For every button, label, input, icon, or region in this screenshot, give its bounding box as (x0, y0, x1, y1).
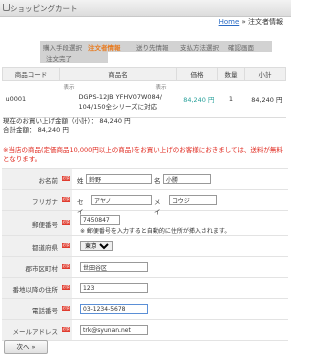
sei-label: 姓 (77, 177, 84, 185)
step-purchase-method: 購入手段選択 (43, 44, 82, 52)
step-complete: 注文完了 (46, 55, 72, 63)
step-customer-info: 注文者情報 (88, 44, 121, 52)
form-row-address: 番地以降の住所 必須 (2, 278, 288, 299)
pref-label: 都道府県 (32, 244, 58, 252)
col-header-name: 商品名 (59, 67, 177, 81)
step-confirm: 確認画面 (228, 44, 254, 52)
email-label: メールアドレス (12, 328, 59, 336)
product-subtotal: 84,240 円 (244, 80, 286, 118)
header-bar: ショッピングカート (0, 0, 291, 17)
city-label: 郡市区町村 (25, 265, 59, 273)
required-badge: 必須 (62, 176, 70, 181)
form-row-zip: 郵便番号 必須 ※ 郵便番号を入力すると自動的に住所が挿入されます。 (2, 211, 288, 236)
required-badge: 必須 (62, 285, 70, 290)
zip-input[interactable] (80, 215, 120, 225)
zip-label: 郵便番号 (32, 221, 58, 229)
step-payment-method: 支払方法選択 (180, 44, 219, 52)
col-header-subtotal: 小計 (244, 67, 286, 81)
product-qty: 1 (217, 80, 245, 118)
table-row: u0001 表示 表示 DGPS-12JB YFHV07W084/ 104/15… (2, 80, 286, 118)
required-badge: 必須 (62, 197, 70, 202)
product-thumbnail-2[interactable]: 表示 (156, 83, 167, 93)
phone-label: 電話番号 (32, 307, 58, 315)
address-label: 番地以降の住所 (12, 286, 59, 294)
mei-label: 名 (154, 177, 161, 185)
free-shipping-notice: ※当店の商品(定価商品10,000円以上の商品)をお買い上げのお客様におきまして… (3, 146, 283, 163)
zip-hint: ※ 郵便番号を入力すると自動的に住所が挿入されます。 (80, 228, 231, 235)
steps-row-2: 注文完了 (40, 52, 108, 63)
product-code: u0001 (2, 80, 60, 118)
form-row-pref: 都道府県 必須 東京都 (2, 236, 288, 257)
required-badge: 必須 (62, 264, 70, 269)
phone-input[interactable] (80, 304, 148, 314)
col-header-code: 商品コード (2, 67, 60, 81)
last-name-input[interactable] (86, 174, 152, 184)
form-label-cell: 郵便番号 必須 (2, 211, 72, 235)
steps-row-1: 購入手段選択 注文者情報 送り先情報 支払方法選択 確認画面 (40, 41, 272, 52)
checkout-steps: 購入手段選択 注文者情報 送り先情報 支払方法選択 確認画面 注文完了 (40, 41, 272, 67)
form-row-name: お名前 必須 姓 名 (2, 169, 288, 190)
form-label-cell: 都道府県 必須 (2, 236, 72, 256)
col-header-qty: 数量 (217, 67, 245, 81)
required-badge: 必須 (62, 220, 70, 225)
required-badge: 必須 (62, 243, 70, 248)
product-price: 84,240 円 (176, 80, 218, 118)
required-badge: 必須 (62, 327, 70, 332)
next-button[interactable]: 次へ » (4, 340, 48, 354)
order-totals: 現在のお買い上げ金額（小計）： 84,240 円 合計金額： 84,240 円 (3, 117, 131, 135)
cart-header-row: 商品コード 商品名 価格 数量 小計 (2, 67, 286, 81)
form-row-email: メールアドレス 必須 (2, 320, 288, 341)
form-row-phone: 電話番号 必須 (2, 299, 288, 320)
breadcrumb-separator: » (239, 18, 248, 26)
breadcrumb-current: 注文者情報 (248, 18, 283, 26)
product-thumbnail[interactable]: 表示 (64, 83, 75, 93)
required-badge: 必須 (62, 306, 70, 311)
form-label-cell: フリガナ 必須 (2, 190, 72, 210)
total-text: 合計金額： 84,240 円 (3, 126, 69, 134)
address-input[interactable] (80, 283, 148, 293)
form-label-cell: メールアドレス 必須 (2, 320, 72, 340)
name-label: お名前 (38, 177, 59, 185)
first-name-input[interactable] (163, 174, 211, 184)
form-label-cell: お名前 必須 (2, 169, 72, 189)
email-input[interactable] (80, 325, 148, 335)
cart-icon (3, 4, 10, 11)
col-header-price: 価格 (176, 67, 218, 81)
kana-label: フリガナ (32, 198, 58, 206)
form-label-cell: 郡市区町村 必須 (2, 257, 72, 277)
first-name-kana-input[interactable] (169, 195, 217, 205)
form-label-cell: 番地以降の住所 必須 (2, 278, 72, 298)
form-label-cell: 電話番号 必須 (2, 299, 72, 319)
product-name-cell: 表示 表示 DGPS-12JB YFHV07W084/ 104/150全シリーズ… (59, 80, 177, 118)
city-input[interactable] (80, 262, 148, 272)
last-name-kana-input[interactable] (91, 195, 152, 205)
breadcrumb-home-link[interactable]: Home (219, 18, 240, 26)
form-row-kana: フリガナ 必須 セイ メイ (2, 190, 288, 216)
form-row-city: 郡市区町村 必須 (2, 257, 288, 278)
cart-table: 商品コード 商品名 価格 数量 小計 u0001 表示 表示 DGPS-12JB… (2, 67, 286, 118)
product-name-line2[interactable]: 104/150全シリーズに対応 (63, 102, 174, 112)
page-header-title: ショッピングカート (10, 4, 78, 13)
customer-form: お名前 必須 姓 名 フリガナ 必須 セイ メイ 郵便番号 必須 ※ 郵便番号を… (2, 168, 288, 341)
step-shipping-info: 送り先情報 (136, 44, 169, 52)
subtotal-text: 現在のお買い上げ金額（小計）： 84,240 円 (3, 117, 131, 125)
breadcrumb: Home » 注文者情報 (219, 17, 283, 27)
prefecture-select[interactable]: 東京都 (80, 241, 113, 251)
